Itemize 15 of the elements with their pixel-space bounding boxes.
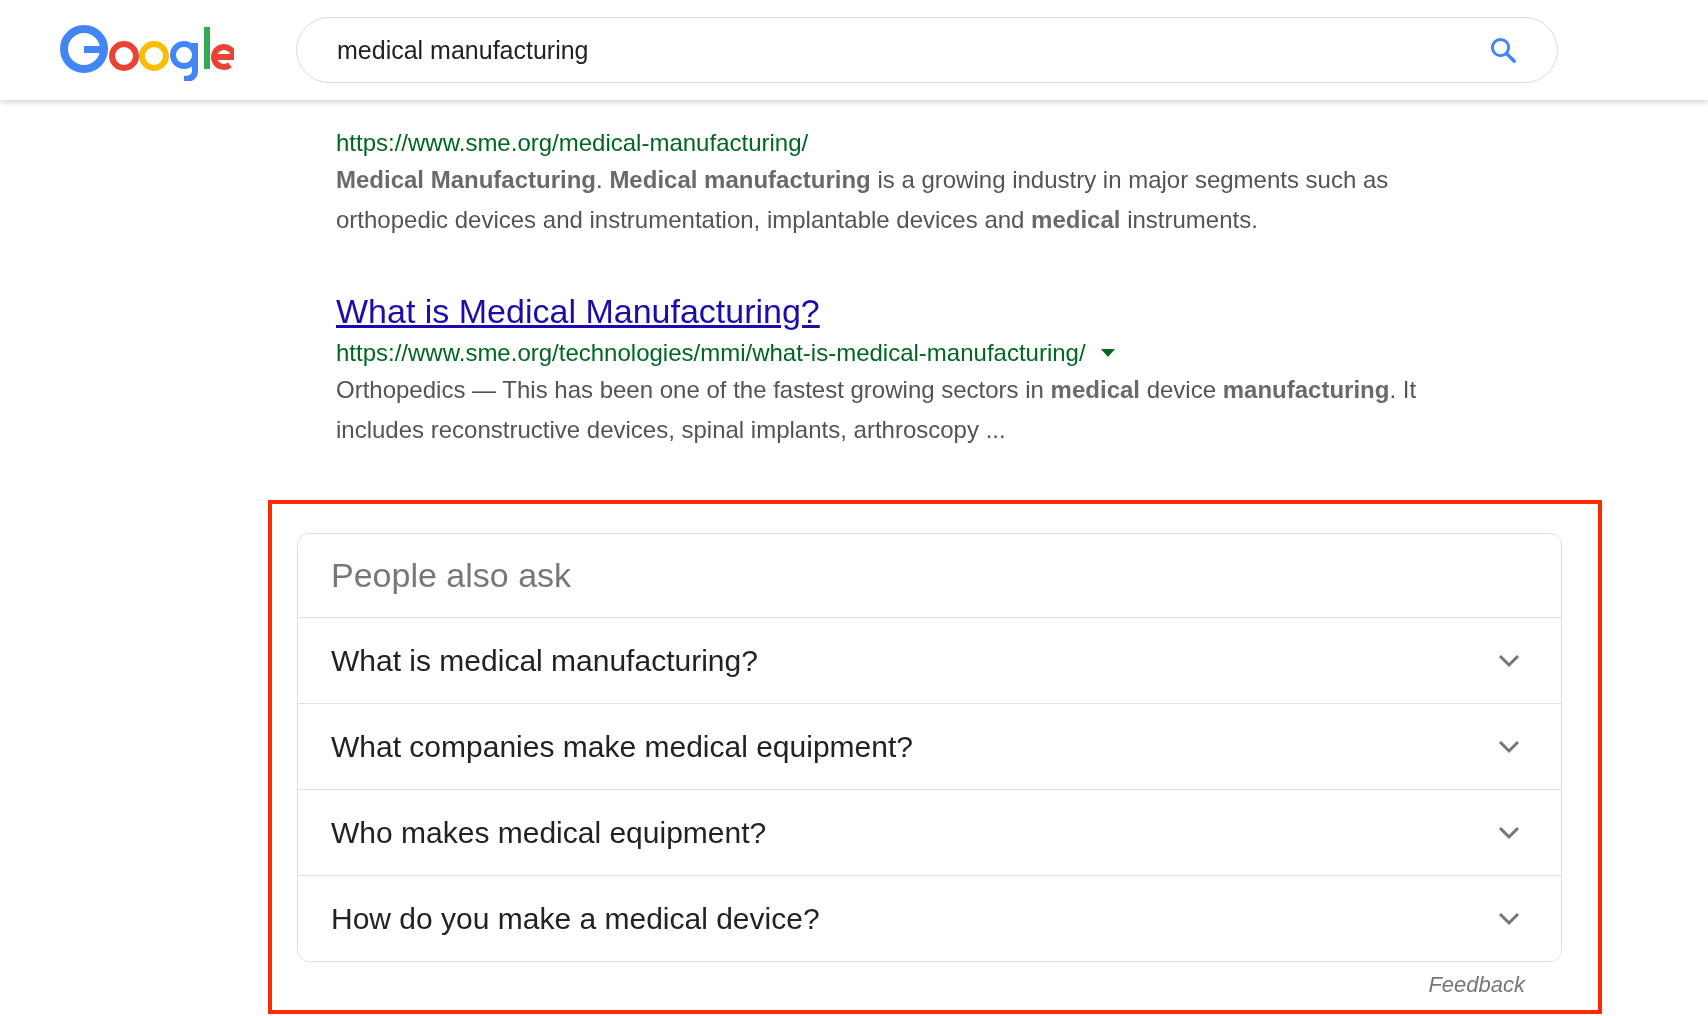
result-snippet: Orthopedics — This has been one of the fastest growing sectors in medical device manufacturing. It includes reconstructive devices, spinal implants, arthroscopy ... — [336, 375, 1418, 445]
feedback-link[interactable]: Feedback — [297, 972, 1560, 998]
question-row[interactable]: How do you make a medical device? — [298, 875, 1561, 961]
caret-icon[interactable] — [1099, 348, 1116, 358]
result-snippet: Medical Manufacturing. Medical manufacturing is a growing industry in major segments such as orthopedic devices and instrumentation, implantable devices and medical instruments. — [336, 165, 1390, 235]
search-icon[interactable] — [1488, 35, 1518, 65]
search-field[interactable]: medical manufacturing — [296, 17, 1558, 83]
chevron-down-icon — [1497, 738, 1521, 755]
result-title-link[interactable]: What is Medical Manufacturing? — [336, 290, 820, 332]
chevron-down-icon — [1497, 824, 1521, 841]
section-heading: People also ask — [331, 556, 572, 595]
chevron-down-icon — [1497, 910, 1521, 927]
chevron-down-icon — [1497, 652, 1521, 669]
result-url: https://www.sme.org/medical-manufacturing/ — [336, 129, 809, 157]
result-url: https://www.sme.org/technologies/mmi/what-is-medical-manufacturing/ — [336, 339, 1086, 367]
